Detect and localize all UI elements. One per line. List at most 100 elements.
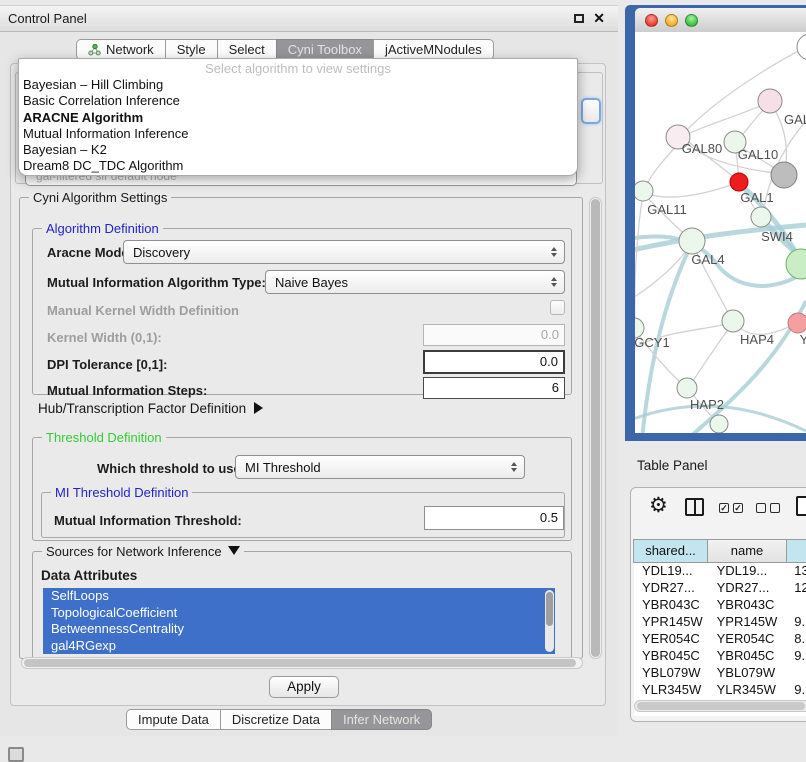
screen: Control Panel ✕ Network StyleSelectCyni T… [0, 0, 806, 762]
network-canvas[interactable]: GALGAL80GAL10GAL1GAL11SWI4GAL4GCY1HAP4YH… [635, 32, 806, 433]
table-row[interactable]: YBL079WYBL079W [634, 665, 806, 682]
table-row[interactable]: YER054CYER054C8. [634, 631, 806, 648]
focused-combo-button[interactable] [581, 98, 601, 124]
settings-vertical-scrollbar[interactable] [589, 197, 602, 659]
dpi-tolerance-field[interactable]: 0.0 [423, 350, 565, 374]
network-node-label: HAP4 [740, 332, 774, 347]
table-cell: YBR045C [634, 648, 709, 665]
network-node[interactable] [786, 249, 806, 279]
attribute-item[interactable]: BetweennessCentrality [43, 621, 555, 638]
sources-title-text: Sources for Network Inference [46, 544, 222, 559]
algorithm-option[interactable]: Mutual Information Inference [19, 126, 577, 142]
tab-label: Discretize Data [232, 712, 320, 727]
tab-label: Network [106, 42, 154, 57]
column-header[interactable]: shared... [633, 539, 708, 563]
table-horizontal-scrollbar[interactable] [634, 700, 806, 712]
algorithm-option[interactable]: Bayesian – Hill Climbing [19, 77, 577, 93]
attributes-list-scrollbar[interactable] [545, 590, 554, 652]
gear-icon[interactable]: ⚙ [649, 493, 668, 517]
select-all-icon[interactable]: ✓✓ [719, 503, 743, 513]
sources-group-title[interactable]: Sources for Network Inference [42, 544, 244, 559]
close-icon[interactable]: ✕ [593, 10, 605, 27]
tab-style[interactable]: Style [165, 39, 218, 60]
mi-steps-field[interactable]: 6 [423, 377, 565, 399]
tab-select[interactable]: Select [217, 39, 277, 60]
kernel-width-field[interactable]: 0.0 [423, 324, 565, 346]
column-header[interactable] [786, 539, 806, 563]
network-node[interactable] [797, 34, 806, 60]
float-window-icon[interactable] [574, 14, 584, 23]
network-node-label: GAL4 [691, 252, 724, 267]
attribute-item[interactable]: SelfLoops [43, 588, 555, 605]
table-row[interactable]: YPR145WYPR145W9. [634, 614, 806, 631]
mi-type-value: Naive Bayes [275, 275, 348, 290]
network-node[interactable] [710, 415, 728, 433]
manual-kernel-checkbox[interactable] [550, 300, 565, 315]
network-window-titlebar[interactable] [635, 8, 806, 32]
network-node[interactable] [677, 378, 697, 398]
mi-threshold-field[interactable]: 0.5 [424, 506, 564, 530]
network-node[interactable] [722, 310, 744, 332]
mi-type-combo[interactable]: Naive Bayes [265, 270, 565, 294]
apply-button[interactable]: Apply [269, 676, 339, 698]
node-table: shared...name YDL19...YDL19...13YDR27...… [634, 539, 806, 716]
tab-jactivemnodules[interactable]: jActiveMNodules [373, 39, 494, 60]
table-cell: YDR27... [709, 580, 789, 597]
threshold-definition-title: Threshold Definition [42, 430, 166, 445]
cyni-algorithm-settings-group: Cyni Algorithm Settings Algorithm Defini… [19, 197, 583, 659]
mi-threshold-group-title: MI Threshold Definition [51, 485, 192, 500]
deselect-all-icon[interactable] [756, 503, 780, 513]
network-node[interactable] [730, 173, 748, 191]
collapsed-arrow-icon[interactable] [254, 402, 263, 414]
algorithm-definition-title: Algorithm Definition [42, 221, 163, 236]
algorithm-option[interactable]: Basic Correlation Inference [19, 93, 577, 109]
table-row[interactable]: YDL19...YDL19...13 [634, 563, 806, 580]
table-row[interactable]: YDR27...YDR27...12 [634, 580, 806, 597]
minimize-traffic-light-icon[interactable] [665, 14, 678, 27]
network-node[interactable] [771, 162, 797, 188]
aracne-mode-combo[interactable]: Discovery [123, 240, 565, 264]
network-node[interactable] [679, 228, 705, 254]
collapsed-panel-icon[interactable] [8, 747, 24, 762]
network-node-label: HAP2 [690, 397, 724, 412]
algorithm-option[interactable]: Dream8 DC_TDC Algorithm [19, 158, 577, 174]
table-header-row: shared...name [634, 539, 806, 563]
split-view-icon[interactable] [685, 498, 704, 516]
table-cell: YDL19... [634, 563, 709, 580]
document-icon[interactable] [796, 496, 806, 516]
data-attributes-list[interactable]: SelfLoopsTopologicalCoefficientBetweenne… [43, 588, 555, 654]
table-cell: 9. [788, 614, 806, 631]
data-attributes-label: Data Attributes [41, 568, 137, 583]
control-panel-titlebar[interactable]: Control Panel ✕ [0, 6, 618, 32]
algorithm-option[interactable]: ARACNE Algorithm [19, 110, 577, 126]
attribute-item[interactable]: TopologicalCoefficient [43, 605, 555, 622]
table-cell: YBL079W [634, 665, 709, 682]
network-node[interactable] [635, 181, 653, 201]
network-node-label: GAL80 [682, 141, 722, 156]
table-row[interactable]: YBR043CYBR043C [634, 597, 806, 614]
algorithm-option[interactable]: Bayesian – K2 [19, 142, 577, 158]
tab-cyni-toolbox[interactable]: Cyni Toolbox [276, 39, 374, 60]
tab-impute-data[interactable]: Impute Data [126, 709, 221, 730]
network-edge [684, 102, 770, 136]
expanded-arrow-icon[interactable] [228, 546, 240, 555]
aracne-mode-label: Aracne Mode: [47, 245, 133, 260]
network-node[interactable] [751, 207, 771, 227]
table-row[interactable]: YBR045CYBR045C9. [634, 648, 806, 665]
tab-discretize-data[interactable]: Discretize Data [220, 709, 332, 730]
which-threshold-combo[interactable]: MI Threshold [235, 455, 525, 479]
mi-type-label: Mutual Information Algorithm Type: [47, 275, 266, 290]
column-header[interactable]: name [707, 539, 787, 563]
attribute-item[interactable]: gal4RGexp [43, 638, 555, 655]
table-row[interactable]: YLR345WYLR345W9. [634, 682, 806, 699]
zoom-traffic-light-icon[interactable] [685, 14, 698, 27]
settings-horizontal-scrollbar[interactable] [21, 657, 583, 669]
close-traffic-light-icon[interactable] [645, 14, 658, 27]
tab-infer-network[interactable]: Infer Network [331, 709, 432, 730]
tab-network[interactable]: Network [76, 39, 166, 60]
network-node[interactable] [758, 89, 782, 113]
hub-definition-section[interactable]: Hub/Transcription Factor Definition [38, 401, 263, 416]
network-node[interactable] [788, 313, 806, 333]
table-cell: YBR043C [709, 597, 789, 614]
threshold-definition-group: Threshold Definition Which threshold to … [32, 437, 572, 541]
